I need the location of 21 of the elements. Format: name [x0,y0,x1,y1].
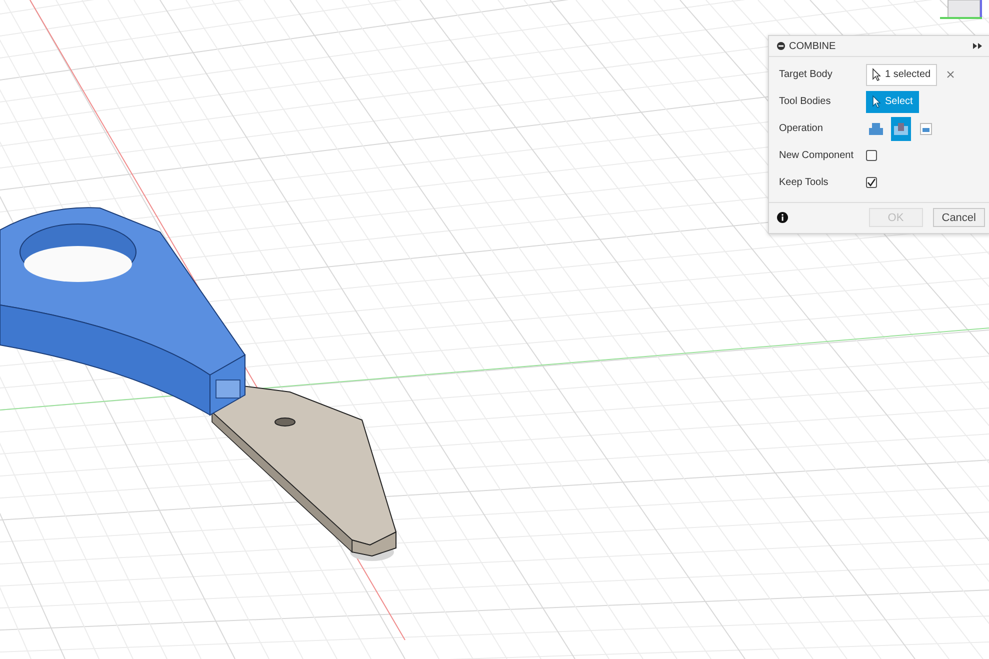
selection-button[interactable]: 1 selected [866,64,937,86]
pointer-icon [872,95,881,108]
field-label: New Component [779,150,854,161]
field-label: Target Body [779,69,834,80]
dialog-title: COMBINE [789,40,837,52]
intersect-icon [920,122,932,134]
cut-icon [894,122,908,134]
dialog-button[interactable]: Cancel [932,208,985,227]
checkbox[interactable] [866,177,877,188]
field-label: Operation [779,123,824,134]
clear-icon[interactable] [946,71,954,78]
operation-option[interactable] [891,116,911,140]
view-cube-drawing[interactable] [940,0,982,19]
checkbox[interactable] [866,150,877,161]
field-label: Tool Bodies [779,96,832,107]
pointer-icon [872,68,881,81]
field-label: Keep Tools [779,177,830,188]
join-icon [869,122,883,134]
collapse-icon[interactable] [777,42,785,50]
info-icon[interactable] [777,212,788,223]
expand-icon[interactable] [973,43,982,49]
